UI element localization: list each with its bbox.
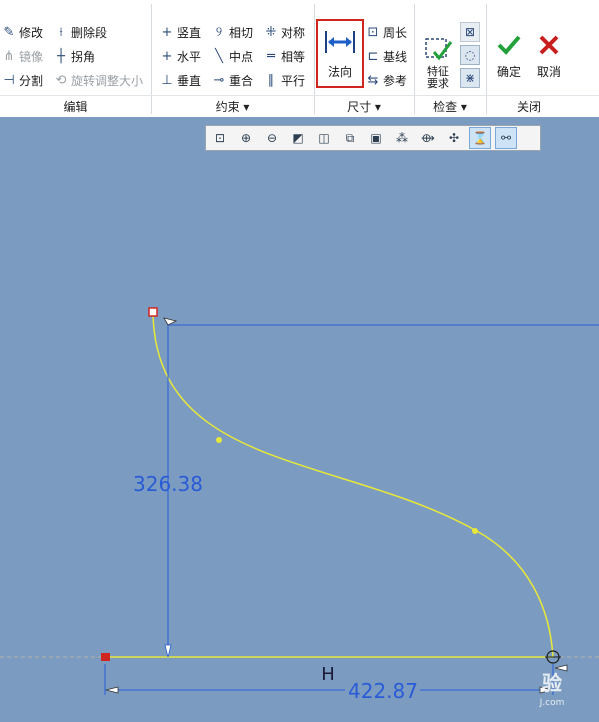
modify-icon: ✎ (3, 24, 15, 40)
line-start-point[interactable] (101, 653, 110, 661)
spline-curve[interactable] (152, 311, 554, 658)
highlight-open-ends-icon[interactable]: ⊠ (460, 22, 480, 42)
sketch-display-filters-icon[interactable]: ⚯ (495, 127, 517, 149)
watermark-logo: 验 (542, 671, 562, 695)
coincident-constraint-icon: ⊸ (213, 72, 225, 88)
delete-segment-button[interactable]: ⟊ 删除段 (54, 22, 107, 42)
feature-requirements-button[interactable]: 特征 要求 (419, 22, 457, 90)
divide-icon: ⊣ (3, 72, 15, 88)
divide-button[interactable]: ⊣ 分割 (2, 70, 43, 90)
repaint-icon[interactable]: ◩ (287, 127, 309, 149)
display-style-icon[interactable]: ◫ (313, 127, 335, 149)
group-label-constrain[interactable]: 约束 ▾ (151, 96, 314, 116)
parallel-constraint-icon: ∥ (267, 72, 275, 88)
coincident-constraint-button[interactable]: ⊸ 重合 (212, 70, 253, 90)
midpoint-constraint-icon: ╲ (215, 48, 223, 64)
midpoint-constraint-button[interactable]: ╲ 中点 (212, 46, 253, 66)
reference-dimension-button[interactable]: ⇆ 参考 (366, 70, 407, 90)
group-label-edit: 编辑 (63, 99, 88, 114)
ribbon: ✎ 修改 ⟊ 删除段 ⋔ 镜像 ┼ 拐角 ⊣ 分割 ⟲ 旋转调整大小 + 竖直 … (0, 0, 599, 118)
ok-button[interactable]: 确定 (490, 24, 528, 80)
perimeter-dimension-button[interactable]: ⊡ 周长 (366, 22, 407, 42)
vertical-constraint-icon: + (161, 24, 173, 40)
group-label-inspect[interactable]: 检查 ▾ (414, 96, 486, 116)
cancel-button[interactable]: 取消 (530, 24, 568, 80)
mirror-icon: ⋔ (3, 48, 15, 64)
graphics-toolbar: ⊡ ⊕ ⊖ ◩ ◫ ⧉ ▣ ⁂ ⟴ ✣ ⌛ ⚯ (205, 125, 541, 151)
group-label-dimension[interactable]: 尺寸 ▾ (314, 96, 414, 116)
rotate-resize-icon: ⟲ (55, 72, 67, 88)
rotate-resize-button[interactable]: ⟲ 旋转调整大小 (54, 70, 143, 90)
view-manager-icon[interactable]: ▣ (365, 127, 387, 149)
horizontal-constraint-icon: + (161, 48, 173, 64)
group-label-close: 关闭 (516, 99, 541, 114)
perpendicular-constraint-icon: ⊥ (161, 72, 173, 88)
parallel-constraint-button[interactable]: ∥ 平行 (264, 70, 305, 90)
spline-point[interactable] (472, 528, 478, 534)
reference-icon: ⇆ (367, 72, 379, 88)
refit-icon[interactable]: ⊡ (209, 127, 231, 149)
dimension-arrow (164, 644, 172, 658)
cancel-x-icon (539, 35, 559, 55)
perimeter-icon: ⊡ (367, 24, 379, 40)
sketch-canvas[interactable]: 326.38 422.87 H 验 J.com (0, 117, 599, 722)
tangent-constraint-button[interactable]: ୨ 相切 (212, 22, 253, 42)
spline-point[interactable] (216, 437, 222, 443)
symmetric-constraint-button[interactable]: ⁜ 对称 (264, 22, 305, 42)
mirror-button[interactable]: ⋔ 镜像 (2, 46, 43, 66)
zoom-in-icon[interactable]: ⊕ (235, 127, 257, 149)
modify-button[interactable]: ✎ 修改 (2, 22, 43, 42)
baseline-icon: ⊏ (367, 48, 379, 64)
normal-dimension-button[interactable]: 法向 (316, 19, 364, 88)
equal-constraint-icon: ═ (267, 48, 275, 64)
vertical-constraint-button[interactable]: + 竖直 (160, 22, 201, 42)
watermark-text: J.com (539, 698, 565, 708)
feature-requirements-icon (425, 38, 453, 61)
horizontal-constraint-button[interactable]: + 水平 (160, 46, 201, 66)
saved-orientations-icon[interactable]: ⧉ (339, 127, 361, 149)
tangent-constraint-icon: ୨ (215, 24, 223, 40)
sketch-drawing: 326.38 422.87 H 验 J.com (0, 307, 599, 708)
perpendicular-constraint-button[interactable]: ⊥ 垂直 (160, 70, 201, 90)
symmetric-constraint-icon: ⁜ (265, 24, 277, 40)
corner-button[interactable]: ┼ 拐角 (54, 46, 95, 66)
shade-closed-loops-icon[interactable]: ◌ (460, 45, 480, 65)
overlapping-geometry-icon[interactable]: ⋇ (460, 68, 480, 88)
zoom-out-icon[interactable]: ⊖ (261, 127, 283, 149)
corner-icon: ┼ (57, 48, 65, 64)
horizontal-dimension-value[interactable]: 422.87 (348, 679, 418, 703)
normal-dimension-icon (325, 31, 355, 53)
sketch-view-icon[interactable]: ⌛ (469, 127, 491, 149)
checkmark-icon (497, 35, 521, 55)
vertical-dimension-value[interactable]: 326.38 (133, 472, 203, 496)
annotation-display-icon[interactable]: ⟴ (417, 127, 439, 149)
dimension-arrow (105, 686, 119, 694)
spin-center-icon[interactable]: ✣ (443, 127, 465, 149)
horizontal-constraint-symbol[interactable]: H (321, 664, 335, 685)
spline-start-point[interactable] (148, 307, 158, 317)
datum-display-icon[interactable]: ⁂ (391, 127, 413, 149)
baseline-dimension-button[interactable]: ⊏ 基线 (366, 46, 407, 66)
dimension-arrow (163, 317, 178, 326)
delete-segment-icon: ⟊ (59, 24, 63, 40)
equal-constraint-button[interactable]: ═ 相等 (264, 46, 305, 66)
